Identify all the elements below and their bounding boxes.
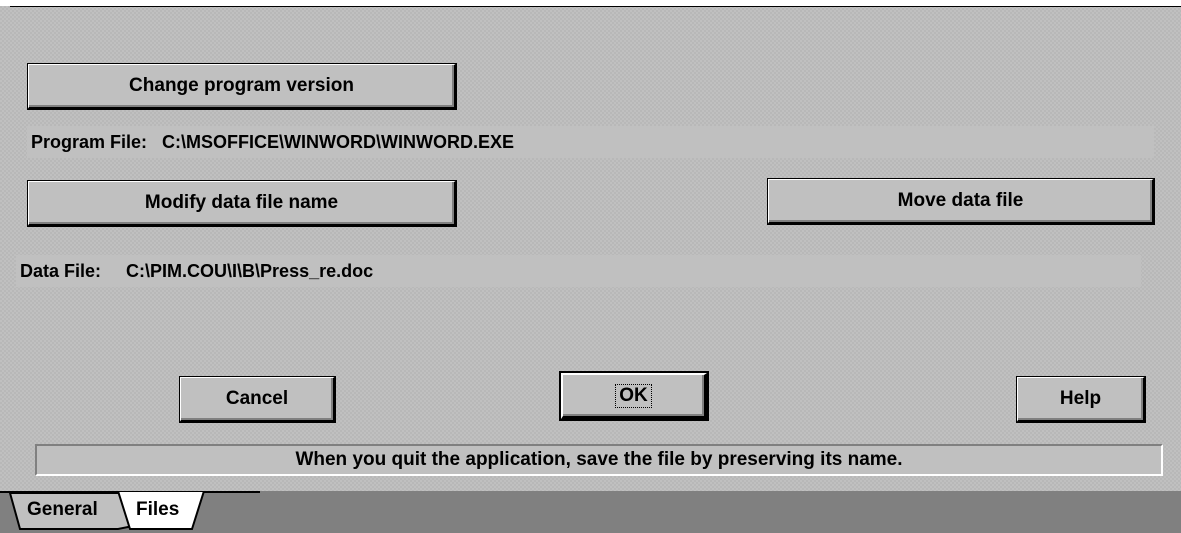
help-button[interactable]: Help bbox=[1016, 376, 1146, 423]
files-dialog: Change program version Program File: C:\… bbox=[0, 0, 1181, 533]
ok-button-label: OK bbox=[615, 383, 652, 408]
data-file-label: Data File: bbox=[20, 260, 102, 281]
program-file-value: C:\MSOFFICE\WINWORD\WINWORD.EXE bbox=[162, 131, 515, 152]
program-file-field: Program File: C:\MSOFFICE\WINWORD\WINWOR… bbox=[27, 126, 1154, 158]
move-data-file-button[interactable]: Move data file bbox=[767, 178, 1155, 225]
change-program-version-button[interactable]: Change program version bbox=[27, 63, 457, 110]
ok-button[interactable]: OK bbox=[559, 371, 709, 421]
modify-data-file-name-button[interactable]: Modify data file name bbox=[27, 180, 457, 227]
tab-general[interactable]: General bbox=[27, 499, 98, 521]
program-file-label: Program File: bbox=[31, 131, 148, 152]
data-file-field: Data File: C:\PIM.COU\I\B\Press_re.doc bbox=[16, 255, 1141, 287]
cancel-button[interactable]: Cancel bbox=[179, 376, 336, 423]
status-message-bar: When you quit the application, save the … bbox=[35, 444, 1163, 476]
top-divider bbox=[10, 6, 1181, 7]
data-file-value: C:\PIM.COU\I\B\Press_re.doc bbox=[126, 260, 374, 281]
tab-files[interactable]: Files bbox=[136, 499, 179, 521]
